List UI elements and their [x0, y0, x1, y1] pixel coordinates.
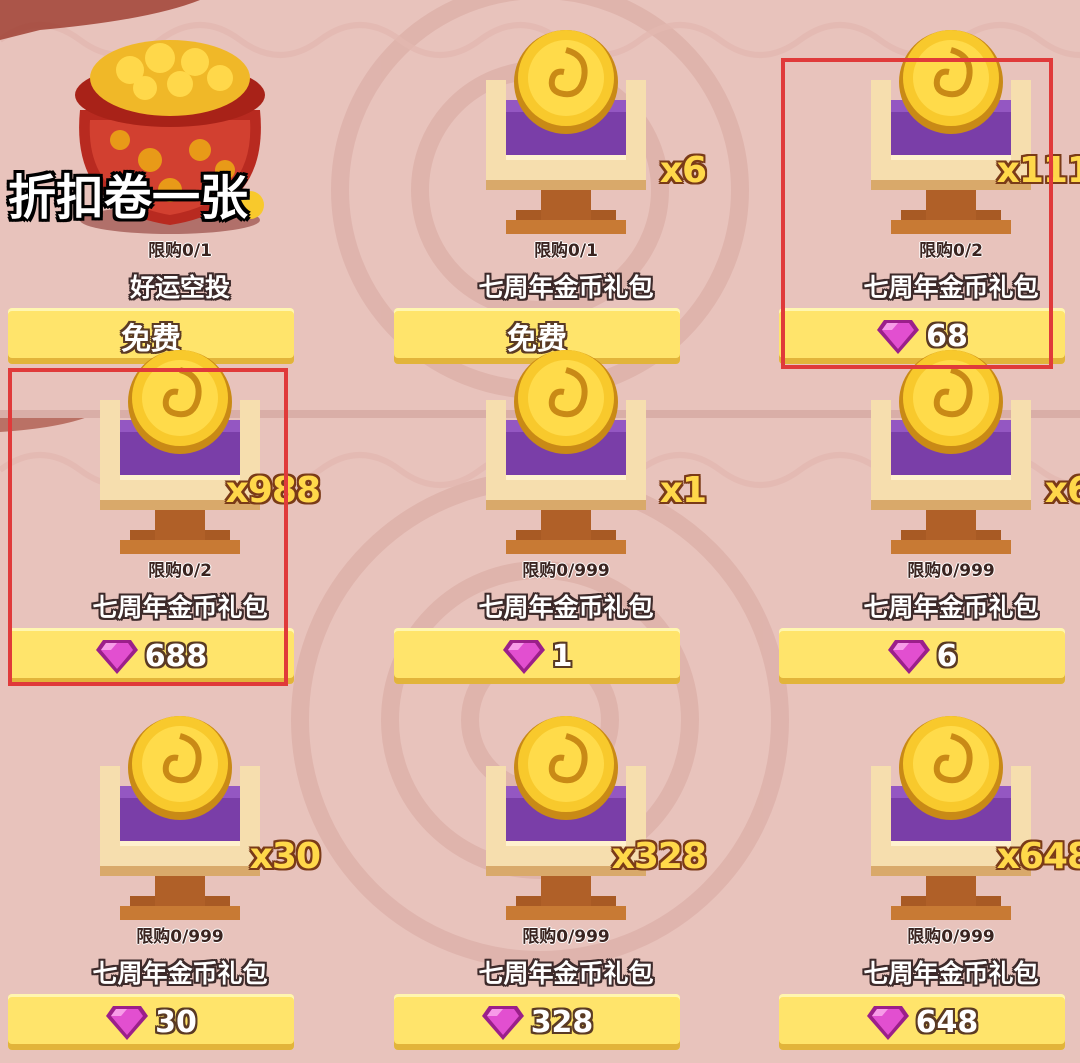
buy-with-gems-button[interactable]: 6 [779, 628, 1065, 684]
item-name: 七周年金币礼包 [863, 593, 1039, 622]
gem-icon [95, 640, 138, 674]
gold-coin-pedestal-icon [831, 340, 1071, 560]
shop-item-9: x648 限购0/999 七周年金币礼包 648 [771, 686, 1080, 1050]
price-label: 688 [144, 638, 208, 674]
item-quantity: x30 [249, 836, 321, 877]
gem-icon [106, 1006, 149, 1040]
item-name: 七周年金币礼包 [478, 273, 654, 302]
gold-coin-pedestal-icon [446, 706, 686, 926]
gem-icon [866, 1006, 909, 1040]
purchase-limit: 限购0/999 [907, 927, 995, 947]
item-quantity: x6 [1044, 470, 1080, 511]
shop-item-6: x6 限购0/999 七周年金币礼包 6 [771, 320, 1080, 684]
price-label: 328 [530, 1004, 594, 1040]
gold-coin-pedestal-icon [831, 706, 1071, 926]
item-name: 七周年金币礼包 [92, 593, 268, 622]
item-quantity: x111 [996, 150, 1080, 191]
gem-icon [502, 640, 545, 674]
item-name: 七周年金币礼包 [863, 959, 1039, 988]
purchase-limit: 限购0/999 [136, 927, 224, 947]
shop-item-4: x988 限购0/2 七周年金币礼包 688 [0, 320, 360, 684]
purchase-limit: 限购0/999 [522, 927, 610, 947]
item-name: 七周年金币礼包 [478, 593, 654, 622]
item-quantity: x1 [659, 470, 707, 511]
item-quantity: x328 [611, 836, 707, 877]
item-quantity: x648 [996, 836, 1080, 877]
buy-with-gems-button[interactable]: 688 [8, 628, 294, 684]
gem-icon [481, 1006, 524, 1040]
shop-item-7: x30 限购0/999 七周年金币礼包 30 [0, 686, 360, 1050]
shop-item-5: x1 限购0/999 七周年金币礼包 1 [386, 320, 746, 684]
price-label: 1 [551, 638, 573, 674]
purchase-limit: 限购0/999 [907, 561, 995, 581]
gold-coin-pedestal-icon [60, 706, 300, 926]
promo-label: 折扣卷一张 [8, 170, 249, 226]
item-name: 好运空投 [129, 273, 230, 302]
buy-with-gems-button[interactable]: 30 [8, 994, 294, 1050]
shop-item-8: x328 限购0/999 七周年金币礼包 328 [386, 686, 746, 1050]
shop-item-2: x6 限购0/1 七周年金币礼包 免费 [386, 0, 746, 364]
buy-with-gems-button[interactable]: 648 [779, 994, 1065, 1050]
item-name: 七周年金币礼包 [92, 959, 268, 988]
item-quantity: x6 [659, 150, 707, 191]
item-name: 七周年金币礼包 [863, 273, 1039, 302]
purchase-limit: 限购0/2 [919, 241, 983, 261]
gold-coin-pedestal-icon [60, 340, 300, 560]
item-quantity: x988 [225, 470, 321, 511]
item-name: 七周年金币礼包 [478, 959, 654, 988]
price-label: 648 [915, 1004, 979, 1040]
price-label: 30 [155, 1004, 197, 1040]
gold-coin-pedestal-icon [446, 340, 686, 560]
buy-with-gems-button[interactable]: 1 [394, 628, 680, 684]
gold-coin-pedestal-icon [446, 20, 686, 240]
purchase-limit: 限购0/999 [522, 561, 610, 581]
purchase-limit: 限购0/1 [148, 241, 212, 261]
price-label: 6 [936, 638, 958, 674]
buy-with-gems-button[interactable]: 328 [394, 994, 680, 1050]
gold-coin-pedestal-icon [831, 20, 1071, 240]
gem-icon [887, 640, 930, 674]
shop-item-3: x111 限购0/2 七周年金币礼包 68 [771, 0, 1080, 364]
purchase-limit: 限购0/1 [534, 241, 598, 261]
purchase-limit: 限购0/2 [148, 561, 212, 581]
